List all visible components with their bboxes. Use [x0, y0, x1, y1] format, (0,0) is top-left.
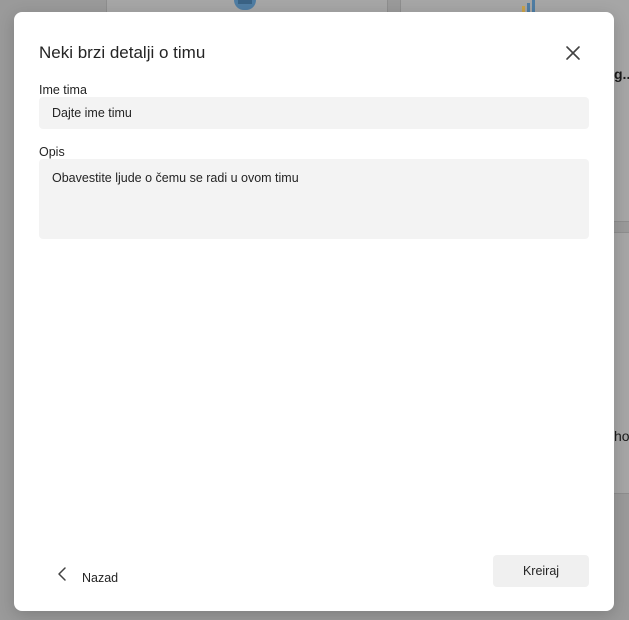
team-name-label: Ime tima [39, 83, 87, 97]
back-button[interactable]: Nazad [57, 560, 118, 588]
description-input[interactable] [39, 159, 589, 239]
team-name-input[interactable] [39, 97, 589, 129]
dialog-title: Neki brzi detalji o timu [39, 43, 206, 62]
background-text: ho [614, 428, 629, 444]
team-details-dialog: Neki brzi detalji o timu Ime tima Opis N… [14, 12, 614, 611]
close-button[interactable] [560, 40, 586, 66]
background-illustration [520, 0, 542, 12]
description-label: Opis [39, 145, 65, 159]
background-text: g... [614, 66, 629, 82]
back-button-label: Nazad [82, 571, 119, 585]
create-button[interactable]: Kreiraj [493, 555, 589, 587]
chevron-left-icon [58, 567, 66, 581]
close-icon [566, 46, 580, 60]
